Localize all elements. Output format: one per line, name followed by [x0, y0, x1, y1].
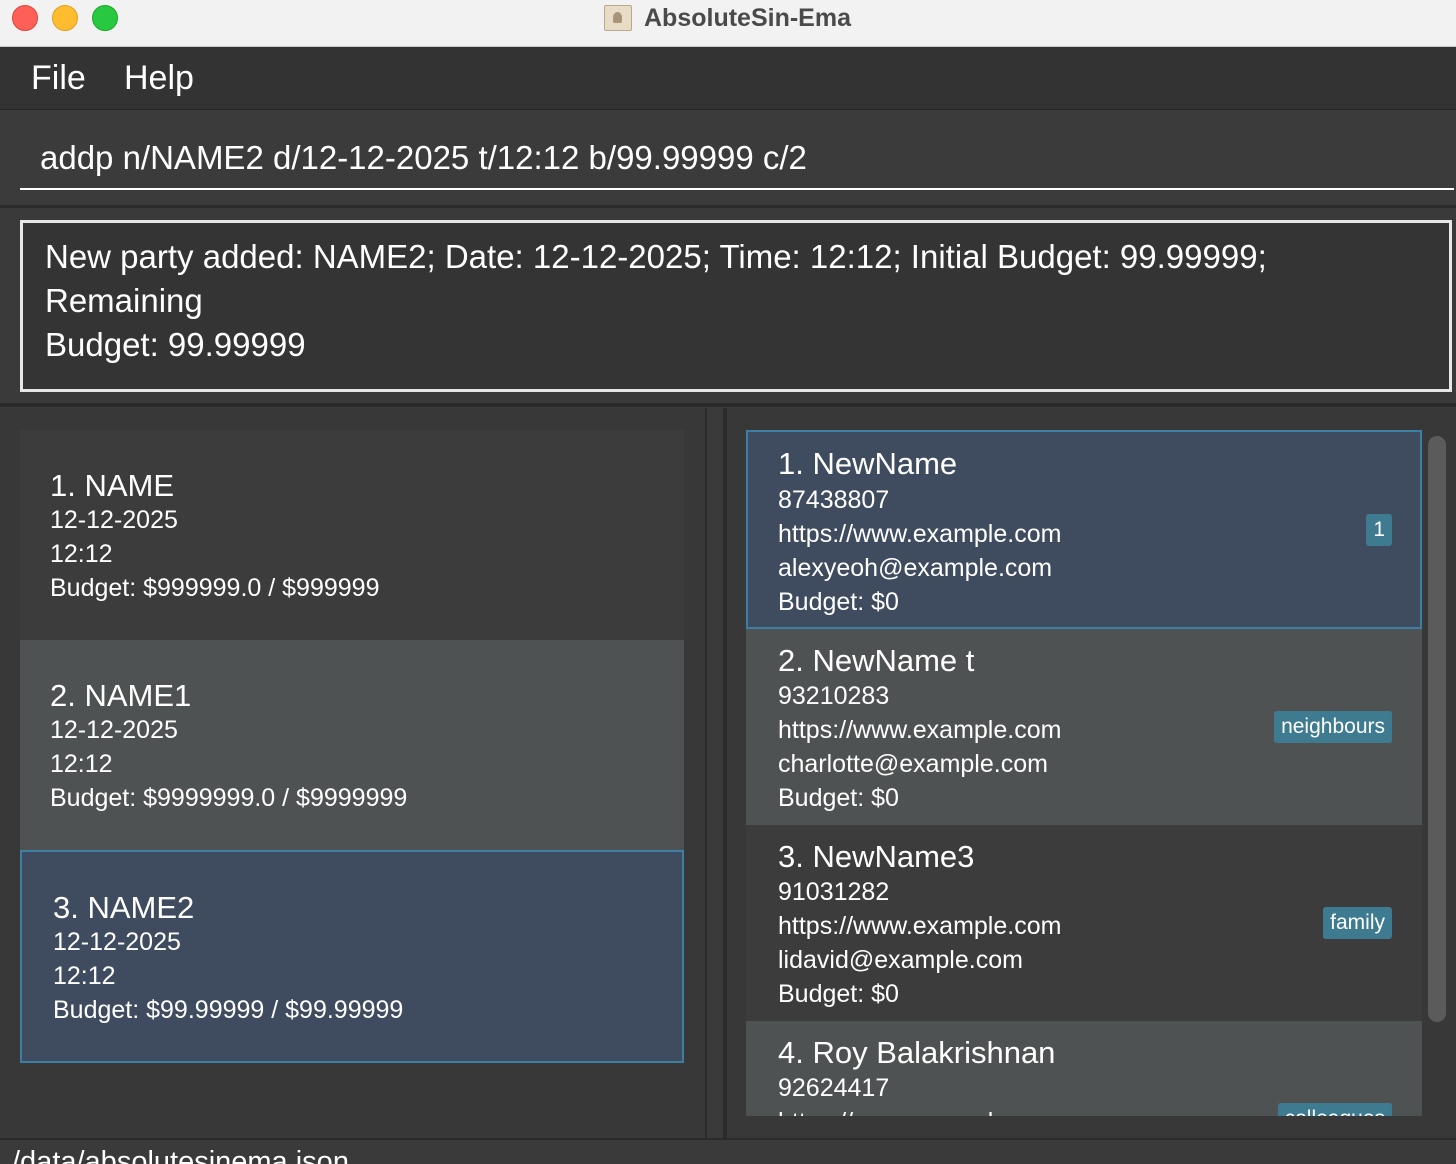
window-title: AbsoluteSin-Ema	[604, 3, 851, 33]
minimize-window-button[interactable]	[52, 5, 78, 31]
person-tag: colleagues	[1277, 1103, 1392, 1116]
person-website: https://www.example.com	[778, 912, 1062, 940]
party-date: 12-12-2025	[50, 716, 178, 744]
divider	[0, 205, 1456, 208]
party-name: 3. NAME2	[53, 890, 195, 925]
person-email: charlotte@example.com	[778, 750, 1048, 778]
result-display: New party added: NAME2; Date: 12-12-2025…	[20, 220, 1452, 392]
divider	[0, 403, 1456, 407]
person-budget: Budget: $0	[778, 588, 899, 616]
person-phone: 93210283	[778, 682, 890, 710]
party-budget: Budget: $999999.0 / $999999	[50, 574, 380, 602]
maximize-window-button[interactable]	[92, 5, 118, 31]
party-date: 12-12-2025	[53, 928, 181, 956]
person-phone: 91031282	[778, 878, 890, 906]
person-card-1-selected[interactable]: 1. NewName 87438807 https://www.example.…	[746, 430, 1422, 629]
party-time: 12:12	[53, 962, 116, 990]
party-card-2[interactable]: 2. NAME1 12-12-2025 12:12 Budget: $99999…	[20, 640, 684, 850]
window-title-text: AbsoluteSin-Ema	[644, 3, 851, 32]
command-input[interactable]	[20, 128, 1454, 190]
person-name: 2. NewName t	[778, 643, 975, 678]
person-website: https://www.example.com	[778, 1108, 1061, 1116]
close-window-button[interactable]	[12, 5, 38, 31]
party-time: 12:12	[50, 540, 113, 568]
party-time: 12:12	[50, 750, 113, 778]
data-file-path: /data/absolutesinema.json	[12, 1146, 349, 1164]
person-card-2[interactable]: 2. NewName t 93210283 https://www.exampl…	[746, 629, 1422, 825]
party-budget: Budget: $99.99999 / $99.99999	[53, 996, 404, 1024]
person-tag: family	[1323, 907, 1392, 939]
menu-help[interactable]: Help	[124, 59, 194, 98]
person-email: lidavid@example.com	[778, 946, 1023, 974]
result-line-2: Budget: 99.99999	[45, 326, 306, 363]
person-phone: 87438807	[778, 486, 890, 514]
person-budget: Budget: $0	[778, 784, 899, 812]
person-name: 4. Roy Balakrishnan	[778, 1035, 1056, 1070]
person-email: alexyeoh@example.com	[778, 554, 1053, 582]
person-tag: neighbours	[1274, 711, 1392, 743]
person-card-3[interactable]: 3. NewName3 91031282 https://www.example…	[746, 825, 1422, 1021]
party-card-1[interactable]: 1. NAME 12-12-2025 12:12 Budget: $999999…	[20, 430, 684, 640]
party-name: 2. NAME1	[50, 678, 192, 713]
party-budget: Budget: $9999999.0 / $9999999	[50, 784, 408, 812]
party-name: 1. NAME	[50, 468, 175, 503]
person-website: https://www.example.com	[778, 716, 1062, 744]
person-website: https://www.example.com	[778, 520, 1062, 548]
party-card-3-selected[interactable]: 3. NAME2 12-12-2025 12:12 Budget: $99.99…	[20, 850, 684, 1063]
split-pane-divider[interactable]	[705, 408, 725, 1138]
person-budget: Budget: $0	[778, 980, 899, 1008]
person-name: 3. NewName3	[778, 839, 975, 874]
status-bar: /data/absolutesinema.json	[0, 1138, 1456, 1164]
window-title-bar: AbsoluteSin-Ema	[0, 0, 1456, 47]
result-line-1: New party added: NAME2; Date: 12-12-2025…	[45, 238, 1267, 319]
party-date: 12-12-2025	[50, 506, 178, 534]
person-tag: 1	[1366, 514, 1392, 546]
person-name: 1. NewName	[778, 446, 958, 481]
person-list-viewport: 1. NewName 87438807 https://www.example.…	[746, 430, 1422, 1116]
menu-file[interactable]: File	[31, 59, 86, 98]
app-icon	[604, 5, 632, 31]
person-phone: 92624417	[778, 1074, 890, 1102]
person-list-scrollbar[interactable]	[1428, 436, 1446, 1022]
menu-bar: File Help	[0, 47, 1456, 110]
person-card-4[interactable]: 4. Roy Balakrishnan 92624417 https://www…	[746, 1021, 1422, 1116]
